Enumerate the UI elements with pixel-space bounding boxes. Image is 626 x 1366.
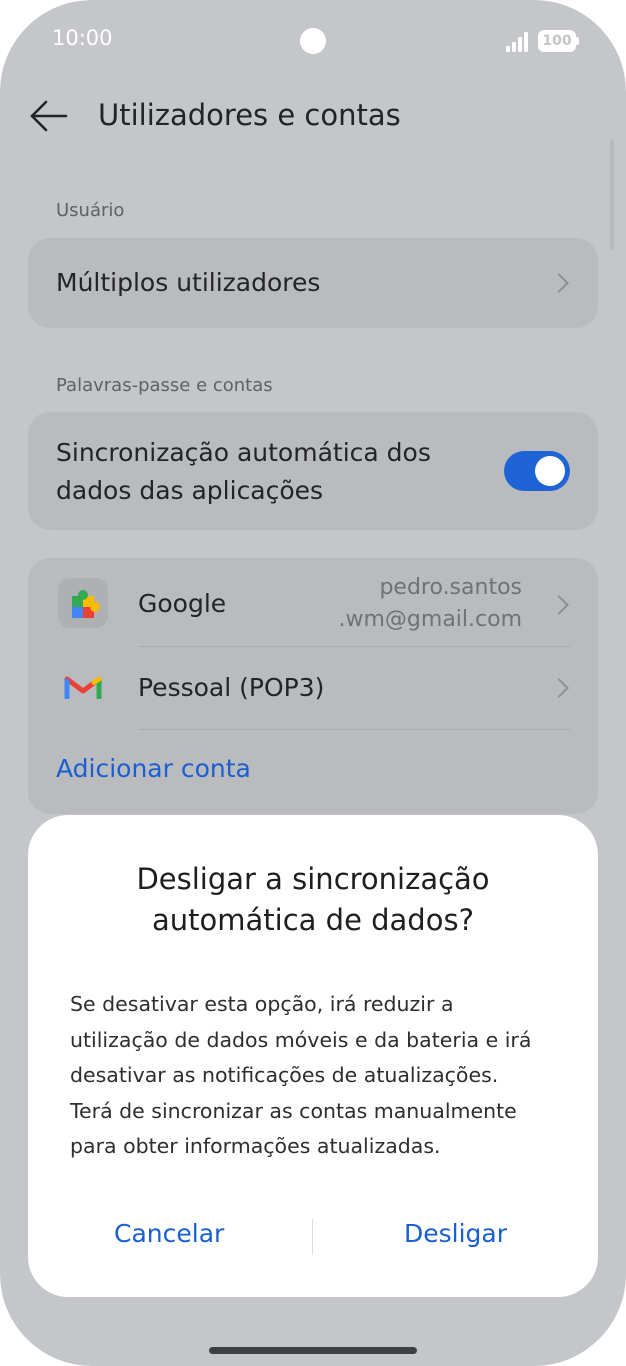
divider <box>138 729 570 730</box>
status-time: 10:00 <box>52 26 113 50</box>
battery-icon: 100 <box>538 30 576 52</box>
multiple-users-item[interactable]: Múltiplos utilizadores <box>28 238 598 328</box>
turn-off-sync-dialog: Desligar a sincronização automática de d… <box>28 815 598 1297</box>
dialog-title: Desligar a sincronização automática de d… <box>136 862 490 937</box>
cancel-button[interactable]: Cancelar <box>114 1219 224 1248</box>
auto-sync-toggle[interactable] <box>504 451 570 491</box>
chevron-right-icon <box>549 273 569 293</box>
accounts-card: Google pedro.santos .wm@gmail.com Pessoa… <box>28 558 598 814</box>
chevron-right-icon <box>549 595 569 615</box>
turn-off-button[interactable]: Desligar <box>404 1219 507 1248</box>
google-play-services-icon <box>58 578 108 628</box>
google-account-item[interactable]: Google pedro.santos .wm@gmail.com <box>28 558 598 646</box>
button-separator <box>312 1219 313 1255</box>
section-label-user: Usuário <box>56 200 125 221</box>
auto-sync-item[interactable]: Sincronização automática dos dados das a… <box>28 412 598 530</box>
gmail-icon <box>58 663 108 713</box>
multiple-users-label: Múltiplos utilizadores <box>56 268 321 297</box>
chevron-right-icon <box>549 678 569 698</box>
google-account-label: Google <box>138 589 227 618</box>
page-title: Utilizadores e contas <box>98 98 401 132</box>
signal-icon <box>506 32 532 52</box>
phone-screen: 10:00 100 Utilizadores e contas Usuário … <box>0 0 626 1366</box>
scrollbar[interactable] <box>610 140 614 250</box>
dialog-message: Se desativar esta opção, irá reduzir a u… <box>70 992 532 1158</box>
back-button[interactable] <box>28 96 72 136</box>
section-label-passwords: Palavras-passe e contas <box>56 375 273 396</box>
pop3-account-label: Pessoal (POP3) <box>138 673 325 702</box>
camera-cutout <box>300 28 326 54</box>
arrow-left-icon <box>30 100 68 132</box>
home-indicator[interactable] <box>209 1347 417 1354</box>
add-account-link[interactable]: Adicionar conta <box>56 754 251 783</box>
pop3-account-item[interactable]: Pessoal (POP3) <box>28 647 598 729</box>
toggle-knob <box>535 456 565 486</box>
auto-sync-label: Sincronização automática dos dados das a… <box>56 438 431 505</box>
battery-tip <box>576 37 579 45</box>
google-account-email: pedro.santos .wm@gmail.com <box>338 575 523 632</box>
